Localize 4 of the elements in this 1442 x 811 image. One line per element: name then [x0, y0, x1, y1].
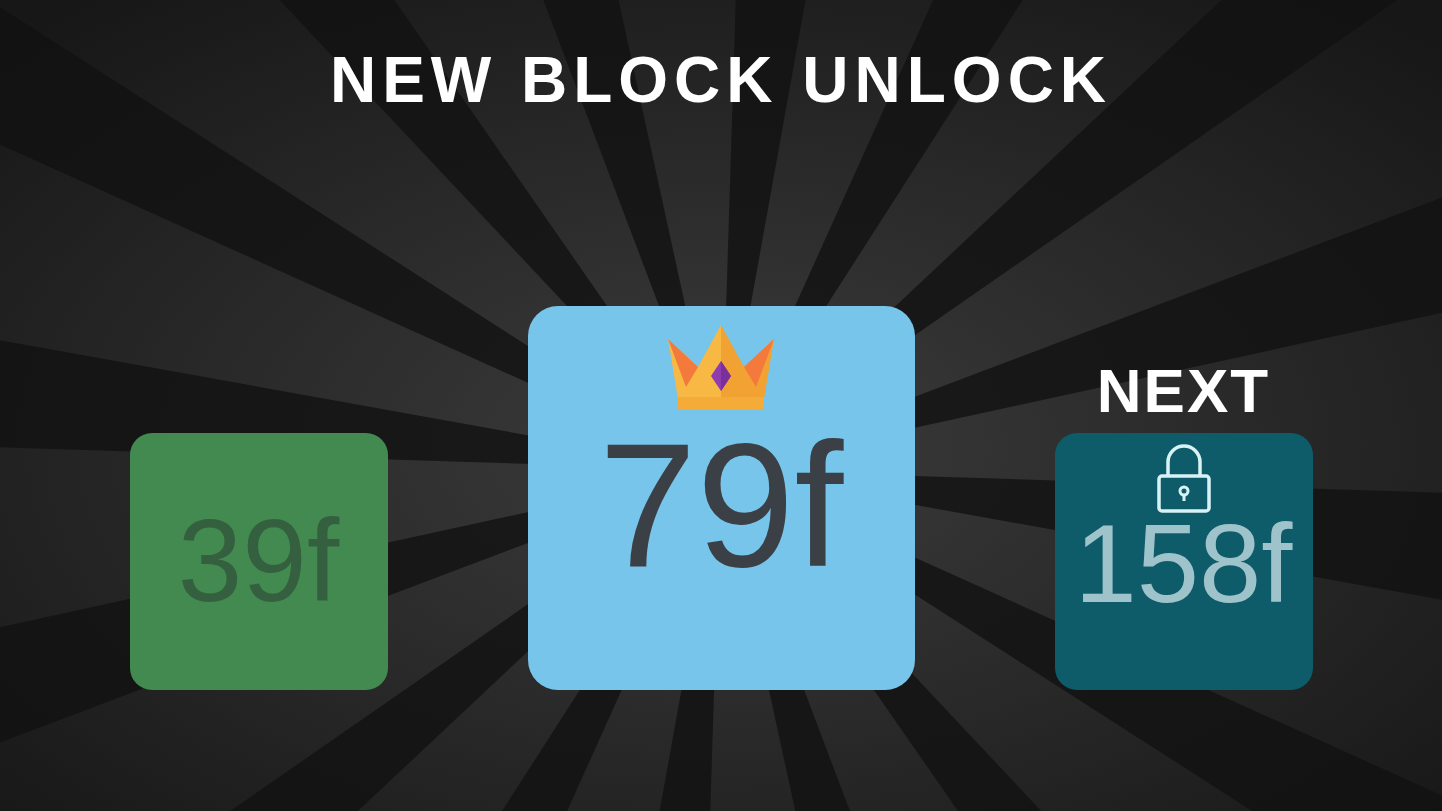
block-value: 79f: [598, 431, 844, 581]
screen-title: NEW BLOCK UNLOCK: [329, 48, 1113, 112]
block-caption: NEXT: [1096, 360, 1271, 422]
block-value: 158f: [1074, 516, 1293, 612]
